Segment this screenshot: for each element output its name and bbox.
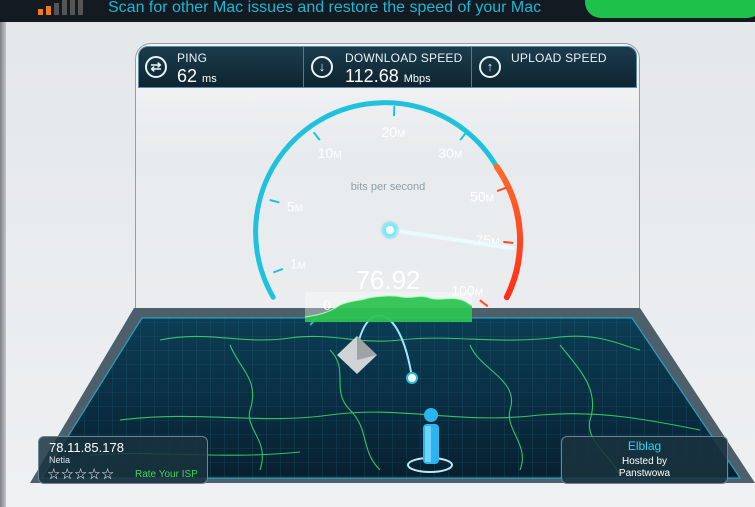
gauge-tick-label: 20M bbox=[381, 124, 405, 140]
gauge-tick bbox=[479, 299, 489, 308]
server-city: Elblag bbox=[627, 439, 662, 453]
speedtest-window: Scan for other Mac issues and restore th… bbox=[0, 0, 755, 507]
download-panel[interactable]: ↓ DOWNLOAD SPEED 112.68 Mbps bbox=[305, 47, 472, 87]
gauge-tick bbox=[312, 131, 321, 141]
gauge-tick-label: 1M bbox=[290, 256, 306, 272]
ping-unit: ms bbox=[202, 73, 217, 85]
star-icon[interactable]: ☆ bbox=[74, 466, 87, 483]
gauge-tick bbox=[496, 186, 507, 192]
gauge-tick bbox=[503, 240, 514, 244]
rate-isp-link[interactable]: Rate Your ISP bbox=[135, 469, 198, 480]
gauge-reading: 76.92 bbox=[355, 265, 420, 295]
upload-panel[interactable]: ↑ UPLOAD SPEED bbox=[473, 47, 637, 87]
gauge-tick-label: 5M bbox=[287, 198, 303, 214]
arrow-up-icon: ↑ bbox=[479, 56, 501, 78]
download-unit: Mbps bbox=[403, 73, 431, 85]
ping-panel[interactable]: ⇄ PING 62 ms bbox=[139, 47, 304, 87]
isp-ip: 78.11.85.178 bbox=[49, 440, 124, 455]
gauge-caption: bits per second bbox=[351, 181, 426, 193]
download-number: 112.68 bbox=[345, 66, 399, 86]
ping-value: 62 ms bbox=[177, 66, 217, 87]
gauge-tick bbox=[273, 268, 284, 274]
star-icon[interactable]: ☆ bbox=[87, 466, 100, 483]
swap-arrows-icon: ⇄ bbox=[145, 56, 167, 78]
hosted-by-label: Hosted by bbox=[621, 456, 668, 467]
isp-panel[interactable]: 78.11.85.178 Netia ☆☆☆☆☆ Rate Your ISP bbox=[38, 436, 208, 484]
gauge-tick bbox=[269, 199, 280, 204]
server-host: Panstwowa bbox=[618, 468, 671, 479]
download-label: DOWNLOAD SPEED bbox=[345, 51, 463, 65]
star-icon[interactable]: ☆ bbox=[101, 466, 114, 483]
gauge-tick-label: 30M bbox=[438, 145, 462, 161]
isp-name: Netia bbox=[49, 455, 71, 465]
isp-rating-stars[interactable]: ☆☆☆☆☆ bbox=[47, 466, 114, 484]
gauge-arc-red bbox=[493, 163, 523, 301]
results-header: ⇄ PING 62 ms ↓ DOWNLOAD SPEED 112.68 Mbp… bbox=[138, 46, 637, 88]
gauge-tick-label: 10M bbox=[318, 145, 342, 161]
download-value: 112.68 Mbps bbox=[345, 66, 431, 87]
gauge-tick bbox=[459, 131, 468, 141]
ping-number: 62 bbox=[177, 66, 198, 86]
ping-label: PING bbox=[177, 51, 208, 65]
gauge-tick-label: 50M bbox=[470, 188, 494, 204]
arrow-down-icon: ↓ bbox=[311, 56, 333, 78]
star-icon[interactable]: ☆ bbox=[47, 466, 60, 483]
speed-gauge: 01M5M10M20M30M50M75M100M bits per second… bbox=[253, 100, 523, 326]
server-panel[interactable]: Elblag Hosted by Panstwowa bbox=[561, 436, 728, 484]
star-icon[interactable]: ☆ bbox=[60, 466, 73, 483]
connection-point bbox=[406, 372, 418, 384]
upload-label: UPLOAD SPEED bbox=[511, 51, 607, 65]
speed-history-graph bbox=[304, 292, 473, 322]
